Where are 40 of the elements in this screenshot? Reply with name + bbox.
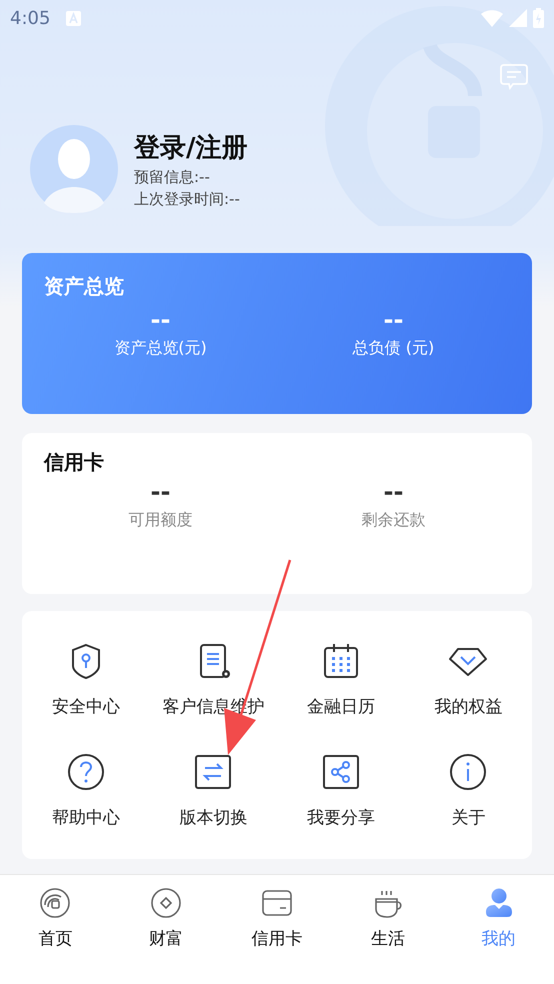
credit-card-panel[interactable]: 信用卡 -- 可用额度 -- 剩余还款 (22, 433, 532, 594)
tab-label[interactable]: 信用卡 (251, 927, 302, 950)
menu-item[interactable]: 帮助中心 (52, 806, 120, 829)
amount-value: -- (150, 478, 170, 506)
amount-label: 资产总览(元) (114, 338, 207, 359)
menu-item[interactable]: 版本切换 (179, 806, 248, 829)
wifi-icon (481, 10, 503, 26)
amount-value: -- (384, 306, 404, 334)
status-time: 4:05 (10, 8, 50, 28)
menu-item[interactable]: 安全中心 (52, 695, 120, 718)
avatar-silhouette[interactable] (30, 125, 118, 213)
card-title: 资产总览 (44, 273, 125, 300)
menu-item[interactable]: 我的权益 (434, 695, 502, 718)
help-icon (66, 752, 106, 792)
menu-item[interactable]: 我要分享 (306, 806, 375, 829)
reserved-info: 预留信息:-- (134, 168, 211, 186)
amount-label: 总负债 (元) (352, 338, 434, 359)
amount-label: 剩余还款 (362, 510, 426, 531)
card-title: 信用卡 (44, 449, 105, 476)
signal-icon (509, 9, 527, 27)
coin-icon (150, 887, 182, 919)
swap-arrows-icon (193, 752, 234, 792)
tab-label[interactable]: 财富 (149, 927, 184, 950)
info-icon (448, 752, 488, 792)
amount-value: -- (150, 306, 170, 334)
last-login-time: 上次登录时间:-- (134, 190, 241, 208)
amount-value: -- (384, 478, 404, 506)
share-icon (320, 752, 361, 792)
menu-item[interactable]: 关于 (451, 806, 486, 829)
tab-label[interactable]: 首页 (38, 927, 72, 950)
menu-item[interactable]: 金融日历 (306, 695, 375, 718)
card-icon (260, 887, 293, 919)
asset-overview-card[interactable]: 资产总览 -- 资产总览(元) -- 总负债 (元) (22, 253, 532, 414)
keyboard-notification-icon (66, 10, 82, 26)
tab-label[interactable]: 生活 (370, 927, 405, 950)
login-register-link[interactable]: 登录/注册 (134, 130, 248, 164)
message-icon[interactable] (500, 64, 528, 90)
battery-icon (533, 8, 544, 28)
swirl-logo-icon (39, 887, 72, 919)
amount-label: 可用额度 (128, 510, 192, 531)
